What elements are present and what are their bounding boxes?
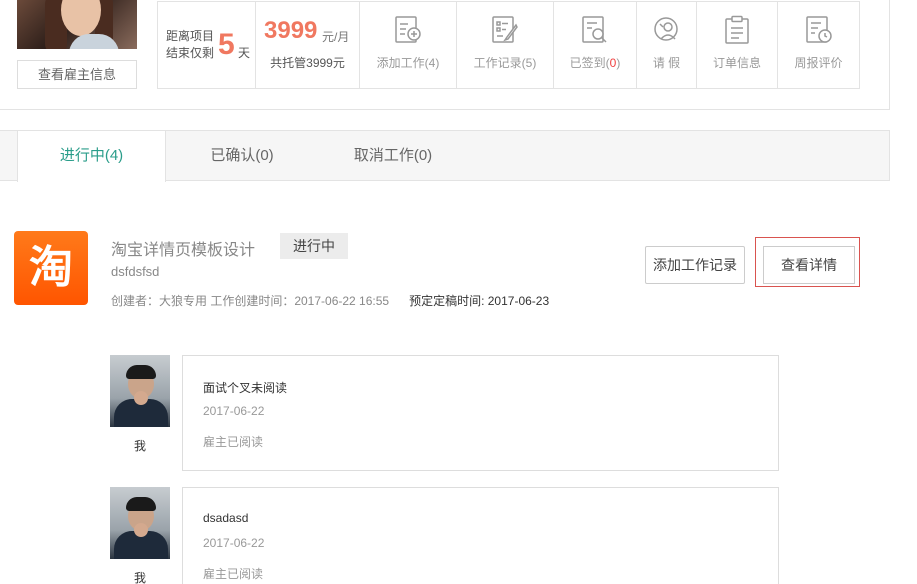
view-employer-info-button[interactable]: 查看雇主信息 bbox=[17, 60, 137, 89]
detail-button-highlight: 查看详情 bbox=[755, 237, 860, 287]
tab-cancelled[interactable]: 取消工作(0) bbox=[318, 131, 468, 181]
escrow-total: 共托管3999元 bbox=[270, 56, 345, 70]
add-work-action[interactable]: 添加工作(4) bbox=[360, 2, 457, 88]
days-unit: 天 bbox=[238, 46, 251, 60]
taobao-logo: 淘 bbox=[14, 231, 88, 305]
order-info-label: 订单信息 bbox=[712, 56, 761, 70]
add-work-log-button[interactable]: 添加工作记录 bbox=[645, 246, 745, 284]
avatar bbox=[110, 487, 170, 559]
clipboard-icon bbox=[725, 15, 749, 44]
view-details-button[interactable]: 查看详情 bbox=[763, 246, 855, 284]
log-date: 2017-06-22 bbox=[203, 404, 265, 418]
log-read-status: 雇主已阅读 bbox=[203, 567, 264, 581]
employer-avatar[interactable] bbox=[17, 0, 137, 49]
work-records-action[interactable]: 工作记录(5) bbox=[457, 2, 554, 88]
log-content: 面试个叉未阅读 bbox=[203, 381, 288, 395]
checked-in-action[interactable]: 已签到(0) bbox=[554, 2, 637, 88]
log-content: dsadasd bbox=[203, 511, 249, 525]
tab-confirmed[interactable]: 已确认(0) bbox=[166, 131, 318, 181]
add-document-icon bbox=[395, 16, 421, 43]
edit-list-icon bbox=[492, 16, 518, 43]
search-document-icon bbox=[582, 16, 607, 43]
weekly-report-label: 周报评价 bbox=[794, 56, 843, 70]
order-info-action[interactable]: 订单信息 bbox=[697, 2, 778, 88]
stats-bar: 距离项目 结束仅剩 5 天 3999 元/月 共托管3999元 添加工作(4) … bbox=[157, 1, 860, 89]
deadline-label-line2: 结束仅剩 bbox=[166, 46, 215, 60]
order-meta: 创建者：大狼专用 工作创建时间：2017-06-22 16:55 预定定稿时间: … bbox=[111, 292, 549, 309]
log-author: 我 bbox=[133, 571, 146, 584]
weekly-report-icon bbox=[805, 16, 832, 43]
weekly-report-action[interactable]: 周报评价 bbox=[778, 2, 859, 88]
tab-in-progress[interactable]: 进行中(4) bbox=[17, 131, 166, 182]
log-content-box: 面试个叉未阅读 2017-06-22 雇主已阅读 bbox=[182, 355, 779, 471]
log-content-box: dsadasd 2017-06-22 雇主已阅读 bbox=[182, 487, 779, 584]
order-title[interactable]: 淘宝详情页模板设计 bbox=[111, 236, 255, 260]
creator-info: 创建者：大狼专用 工作创建时间：2017-06-22 16:55 bbox=[111, 294, 390, 308]
price-block: 3999 元/月 共托管3999元 bbox=[256, 2, 360, 88]
status-badge: 进行中 bbox=[280, 233, 348, 259]
log-date: 2017-06-22 bbox=[203, 536, 265, 550]
log-author: 我 bbox=[133, 439, 146, 453]
work-status-tabs: 进行中(4) 已确认(0) 取消工作(0) bbox=[0, 130, 890, 182]
log-read-status: 雇主已阅读 bbox=[203, 435, 264, 449]
employer-card: 查看雇主信息 距离项目 结束仅剩 5 天 3999 元/月 共托管3999元 添… bbox=[0, 0, 890, 110]
checked-in-label: 已签到( bbox=[569, 56, 610, 70]
order-subtitle: dsfdsfsd bbox=[111, 264, 160, 279]
planned-deadline: 预定定稿时间: 2017-06-23 bbox=[409, 294, 550, 308]
deadline-label-line1: 距离项目 bbox=[166, 29, 215, 43]
price-unit: 元/月 bbox=[322, 30, 350, 44]
days-remaining: 5 bbox=[218, 28, 235, 61]
add-work-label: 添加工作(4) bbox=[376, 56, 440, 70]
work-records-label: 工作记录(5) bbox=[473, 56, 537, 70]
price-amount: 3999 bbox=[264, 17, 318, 44]
leave-action[interactable]: 请 假 bbox=[637, 2, 697, 88]
person-clock-icon bbox=[653, 17, 678, 41]
deadline-countdown: 距离项目 结束仅剩 5 天 bbox=[158, 2, 256, 88]
taobao-logo-glyph: 淘 bbox=[29, 242, 73, 293]
avatar bbox=[110, 355, 170, 427]
leave-label: 请 假 bbox=[652, 56, 681, 70]
